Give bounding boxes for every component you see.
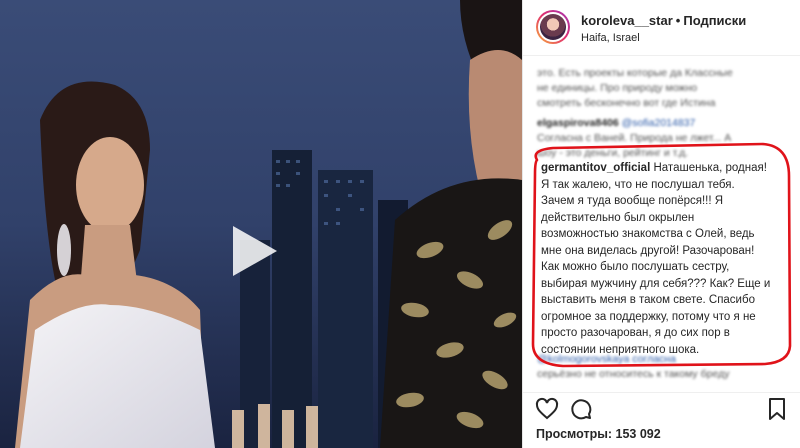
video-player[interactable] bbox=[0, 0, 522, 448]
avatar-image bbox=[540, 14, 566, 40]
comments-list[interactable]: это. Есть проекты которые да Классные не… bbox=[523, 56, 800, 388]
comment-line: возможностью знакомства с Олей, ведь bbox=[541, 228, 755, 240]
comment-text: не единицы. Про природу можно bbox=[537, 82, 698, 94]
comment-blurred: @kolmogorovskaya согласна серьёзно не от… bbox=[537, 352, 787, 382]
comment-line: Я так жалею, что не послушал тебя. bbox=[541, 178, 735, 191]
comment-mention: @kolmogorovskaya согласна bbox=[537, 353, 676, 365]
comment-line: выставить меня в таком свете. Спасибо bbox=[541, 294, 755, 306]
comment-text: Согласна с Ваней. Природа не лжет... А bbox=[537, 132, 732, 144]
comment-line: мне она виделась другой! Разочарован! bbox=[541, 244, 755, 257]
comment-line: просто разочарован, я до сих пор в bbox=[541, 327, 730, 339]
comment-mention: @sofia2014837 bbox=[621, 117, 696, 129]
avatar[interactable] bbox=[536, 10, 570, 44]
heart-icon[interactable] bbox=[535, 397, 559, 421]
comment-text: это. Есть проекты которые да Классные bbox=[537, 67, 733, 79]
comment-line: Зачем я туда вообще попёрся!!! Я bbox=[541, 195, 724, 207]
comment-line: Как можно было послушать сестру, bbox=[541, 261, 730, 273]
views-number: 153 092 bbox=[615, 427, 661, 441]
comment-text: шоу - это деньги, рейтинг и т.д. bbox=[537, 147, 689, 159]
header-user-line: koroleva__star • Подписки bbox=[581, 13, 746, 28]
post-username[interactable]: koroleva__star bbox=[581, 13, 673, 28]
views-count[interactable]: Просмотры: 153 092 bbox=[536, 427, 661, 441]
comment-blurred: это. Есть проекты которые да Классные не… bbox=[537, 66, 787, 111]
views-label: Просмотры: bbox=[536, 427, 613, 441]
comment-username[interactable]: germantitov_official bbox=[541, 162, 650, 174]
comment-line: действительно был окрылен bbox=[541, 211, 695, 224]
comment-line: выбирая мужчину для себя??? Как? Еще и bbox=[541, 277, 771, 290]
comment-blurred: elgaspirova8406 @sofia2014837 Согласна с… bbox=[537, 116, 787, 161]
post-header: koroleva__star • Подписки Haifa, Israel bbox=[523, 0, 800, 56]
separator-dot: • bbox=[675, 13, 681, 28]
play-icon[interactable] bbox=[229, 222, 281, 280]
following-button[interactable]: Подписки bbox=[683, 13, 746, 28]
bookmark-icon[interactable] bbox=[765, 397, 789, 421]
comment-line: огромное за поддержку, потому что я не bbox=[541, 310, 756, 323]
post-location[interactable]: Haifa, Israel bbox=[581, 32, 640, 44]
comment-icon[interactable] bbox=[569, 397, 593, 421]
highlighted-comment: germantitov_official Наташенька, родная!… bbox=[541, 160, 773, 358]
comment-text: смотреть бесконечно вот где Истина bbox=[537, 97, 716, 109]
comment-line: Наташенька, родная! bbox=[653, 162, 767, 174]
comment-username: elgaspirova8406 bbox=[537, 117, 619, 129]
comment-text: серьёзно не относитесь к такому бреду bbox=[537, 368, 730, 380]
post-actions-bar bbox=[523, 392, 800, 423]
post-side-panel: koroleva__star • Подписки Haifa, Israel эт… bbox=[523, 0, 800, 448]
